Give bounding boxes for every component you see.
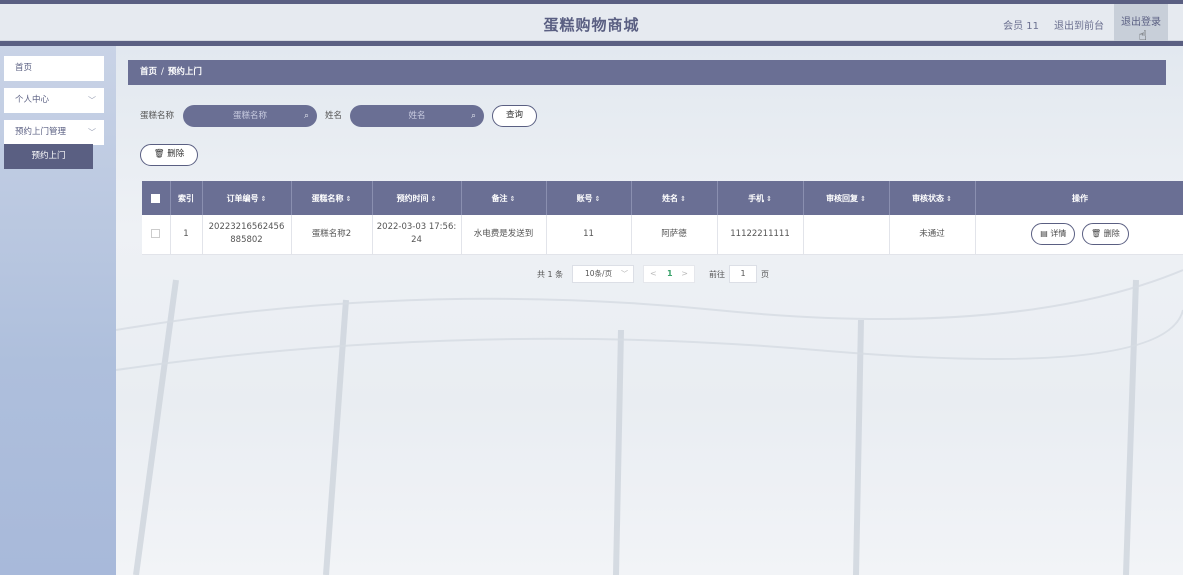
- cell-name: 阿萨德: [631, 215, 718, 255]
- current-page[interactable]: 1: [667, 266, 673, 282]
- chevron-down-icon: ﹀: [621, 270, 628, 278]
- sidebar-item-personal-center[interactable]: 个人中心 ﹀: [4, 88, 104, 113]
- col-time[interactable]: 预约时间 ⇕: [372, 181, 462, 215]
- cell-remark: 水电费是发送到: [461, 215, 547, 255]
- name-placeholder: 姓名: [408, 111, 426, 121]
- breadcrumb-home[interactable]: 首页: [140, 67, 157, 77]
- nav-accent-strip: [0, 41, 1183, 46]
- cake-name-input[interactable]: 蛋糕名称 ⌕: [183, 105, 317, 127]
- chevron-down-icon: ﹀: [88, 128, 96, 137]
- breadcrumb-separator: /: [161, 67, 164, 77]
- detail-icon: ▤: [1040, 229, 1048, 239]
- sidebar-item-label: 个人中心: [15, 95, 50, 105]
- detail-button[interactable]: ▤ 详情: [1031, 223, 1076, 246]
- prev-page-button[interactable]: <: [650, 266, 657, 282]
- sort-icon: ⇕: [766, 194, 772, 203]
- sidebar-subitem-appointment[interactable]: 预约上门: [4, 144, 93, 169]
- col-actions: 操作: [975, 181, 1183, 215]
- name-label: 姓名: [325, 111, 343, 121]
- select-all-checkbox[interactable]: [142, 181, 171, 215]
- col-index: 索引: [170, 181, 203, 215]
- table-header-row: 索引 订单编号 ⇕ 蛋糕名称 ⇕ 预约时间 ⇕ 备注 ⇕ 账号 ⇕ 姓名 ⇕ 手机 ⇕ 审核回…: [142, 181, 1183, 215]
- col-reply[interactable]: 审核回复 ⇕: [803, 181, 890, 215]
- sidebar-item-label: 首页: [15, 63, 33, 73]
- col-status[interactable]: 审核状态 ⇕: [889, 181, 976, 215]
- col-phone[interactable]: 手机 ⇕: [717, 181, 804, 215]
- sidebar-item-home[interactable]: 首页: [4, 56, 104, 81]
- breadcrumb: 首页 / 预约上门: [128, 60, 1166, 85]
- cell-cake-name: 蛋糕名称2: [291, 215, 373, 255]
- cell-account: 11: [546, 215, 632, 255]
- cake-name-placeholder: 蛋糕名称: [232, 111, 267, 121]
- background-image: [116, 240, 1183, 575]
- breadcrumb-current: 预约上门: [167, 67, 202, 77]
- page-nav: < 1 >: [643, 265, 695, 283]
- cell-order-no: 20223216562456885802: [202, 215, 292, 255]
- cake-name-label: 蛋糕名称: [140, 111, 175, 121]
- sort-icon: ⇕: [860, 194, 866, 203]
- header-bar: 蛋糕购物商城 会员 11 退出到前台 退出登录 ☝: [0, 4, 1183, 44]
- batch-delete-label: 删除: [167, 149, 185, 159]
- chevron-down-icon: ﹀: [88, 96, 96, 105]
- col-name[interactable]: 姓名 ⇕: [631, 181, 718, 215]
- goto-label: 前往: [709, 270, 725, 279]
- sort-icon: ⇕: [594, 194, 601, 203]
- col-account[interactable]: 账号 ⇕: [546, 181, 632, 215]
- sidebar-item-appointment-mgmt[interactable]: 预约上门管理 ﹀: [4, 120, 104, 145]
- cell-time: 2022-03-03 17:56:24: [372, 215, 462, 255]
- col-order-no[interactable]: 订单编号 ⇕: [202, 181, 292, 215]
- goto-page-input[interactable]: 1: [729, 265, 757, 283]
- col-cake-name[interactable]: 蛋糕名称 ⇕: [291, 181, 373, 215]
- query-button[interactable]: 查询: [492, 105, 537, 127]
- member-label: 会员 11: [1003, 21, 1039, 32]
- next-page-button[interactable]: >: [681, 266, 688, 282]
- sort-icon: ⇕: [946, 194, 952, 203]
- page-size-select[interactable]: 10条/页 ﹀: [572, 265, 634, 283]
- name-input[interactable]: 姓名 ⌕: [350, 105, 484, 127]
- table-row: 1 20223216562456885802 蛋糕名称2 2022-03-03 …: [142, 215, 1183, 255]
- sidebar: 首页 个人中心 ﹀ 预约上门管理 ﹀ 预约上门: [0, 46, 116, 575]
- sort-icon: ⇕: [509, 194, 516, 203]
- page-unit-label: 页: [761, 270, 769, 279]
- sidebar-item-label: 预约上门管理: [15, 127, 67, 137]
- trash-icon: 🗑︎: [1091, 229, 1102, 239]
- cell-phone: 11122211111: [717, 215, 804, 255]
- cell-reply: [803, 215, 890, 255]
- search-icon: ⌕: [470, 111, 476, 121]
- trash-icon: 🗑︎: [153, 149, 165, 159]
- sort-icon: ⇕: [260, 194, 267, 203]
- sort-icon: ⇕: [345, 194, 352, 203]
- sort-icon: ⇕: [430, 194, 437, 203]
- sort-icon: ⇕: [680, 194, 686, 203]
- row-checkbox[interactable]: [142, 215, 171, 255]
- batch-delete-button[interactable]: 🗑︎ 删除: [140, 144, 198, 166]
- col-remark[interactable]: 备注 ⇕: [461, 181, 547, 215]
- pagination-total: 共 1 条: [537, 270, 564, 279]
- cell-status: 未通过: [889, 215, 976, 255]
- delete-button[interactable]: 🗑︎ 删除: [1082, 223, 1129, 246]
- cell-index: 1: [170, 215, 203, 255]
- cell-actions: ▤ 详情 🗑︎ 删除: [975, 215, 1183, 255]
- data-table: 索引 订单编号 ⇕ 蛋糕名称 ⇕ 预约时间 ⇕ 备注 ⇕ 账号 ⇕ 姓名 ⇕ 手机 ⇕ 审核回…: [142, 181, 1183, 255]
- back-to-front-link[interactable]: 退出到前台: [1054, 17, 1104, 32]
- search-icon: ⌕: [303, 111, 309, 121]
